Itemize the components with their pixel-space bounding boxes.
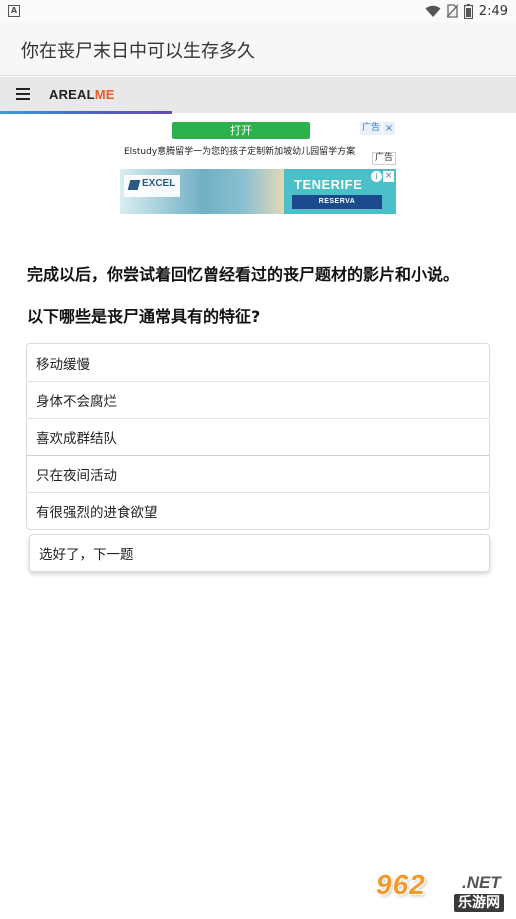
- watermark-net: .NET: [462, 873, 501, 892]
- logo-text-part2: ME: [94, 87, 115, 102]
- answer-option[interactable]: 只在夜间活动: [27, 455, 489, 492]
- menu-icon[interactable]: [16, 88, 30, 100]
- question-text: 以下哪些是丧尸通常具有的特征?: [27, 307, 261, 326]
- wifi-icon: [425, 5, 441, 17]
- status-bar: A 2:49: [0, 0, 516, 22]
- site-watermark-logo: 962 .NET 乐游网: [376, 869, 512, 915]
- answer-option[interactable]: 喜欢成群结队: [27, 418, 489, 455]
- next-question-button[interactable]: 选好了，下一题: [29, 534, 490, 572]
- ad-logo-mark-icon: [127, 180, 141, 190]
- banner-ad-label: 广告: [372, 152, 397, 165]
- quiz-progress-bar: [0, 111, 172, 114]
- logo-text-part1: AREAL: [49, 87, 95, 102]
- ad-close-icon[interactable]: ×: [383, 122, 396, 135]
- app-title-bar: 你在丧尸末日中可以生存多久: [0, 22, 516, 76]
- ad-text: Elstudy意腾留学一为您的孩子定制新加坡幼儿园留学方案: [124, 147, 356, 157]
- ad-open-button[interactable]: 打开: [172, 122, 310, 139]
- ad-info-icon[interactable]: i: [371, 171, 382, 182]
- ad-logo-text: EXCEL: [142, 178, 176, 189]
- answer-option[interactable]: 移动缓慢: [27, 344, 489, 381]
- ad-close-icon[interactable]: ×: [383, 171, 394, 182]
- page-title: 你在丧尸末日中可以生存多久: [21, 41, 255, 62]
- app-notification-icon: A: [8, 5, 20, 17]
- ad-reserve-button[interactable]: RESERVA: [292, 195, 382, 209]
- answer-option[interactable]: 有很强烈的进食欲望: [27, 492, 489, 529]
- text-ad[interactable]: 打开 广告 × Elstudy意腾留学一为您的孩子定制新加坡幼儿园留学方案: [120, 120, 396, 168]
- site-nav-bar: AREALME: [0, 77, 516, 113]
- watermark-number: 962: [376, 869, 426, 900]
- ad-banner-title: TENERIFE: [294, 177, 363, 192]
- question-intro: 完成以后，你尝试着回忆曾经看过的丧尸题材的影片和小说。: [27, 265, 460, 284]
- banner-ad[interactable]: EXCEL TENERIFE RESERVA i ×: [120, 169, 396, 214]
- ad-label: 广告: [360, 122, 383, 135]
- status-time: 2:49: [478, 3, 508, 19]
- watermark-name: 乐游网: [454, 894, 504, 912]
- answer-options: 移动缓慢 身体不会腐烂 喜欢成群结队 只在夜间活动 有很强烈的进食欲望: [26, 343, 490, 530]
- battery-icon: [463, 3, 473, 19]
- status-icons: 2:49: [425, 2, 508, 20]
- ad-badge: 广告 ×: [360, 122, 396, 135]
- no-sim-icon: [446, 4, 458, 18]
- answer-option[interactable]: 身体不会腐烂: [27, 381, 489, 418]
- site-logo[interactable]: AREALME: [49, 87, 115, 102]
- ad-logo: EXCEL: [124, 175, 180, 197]
